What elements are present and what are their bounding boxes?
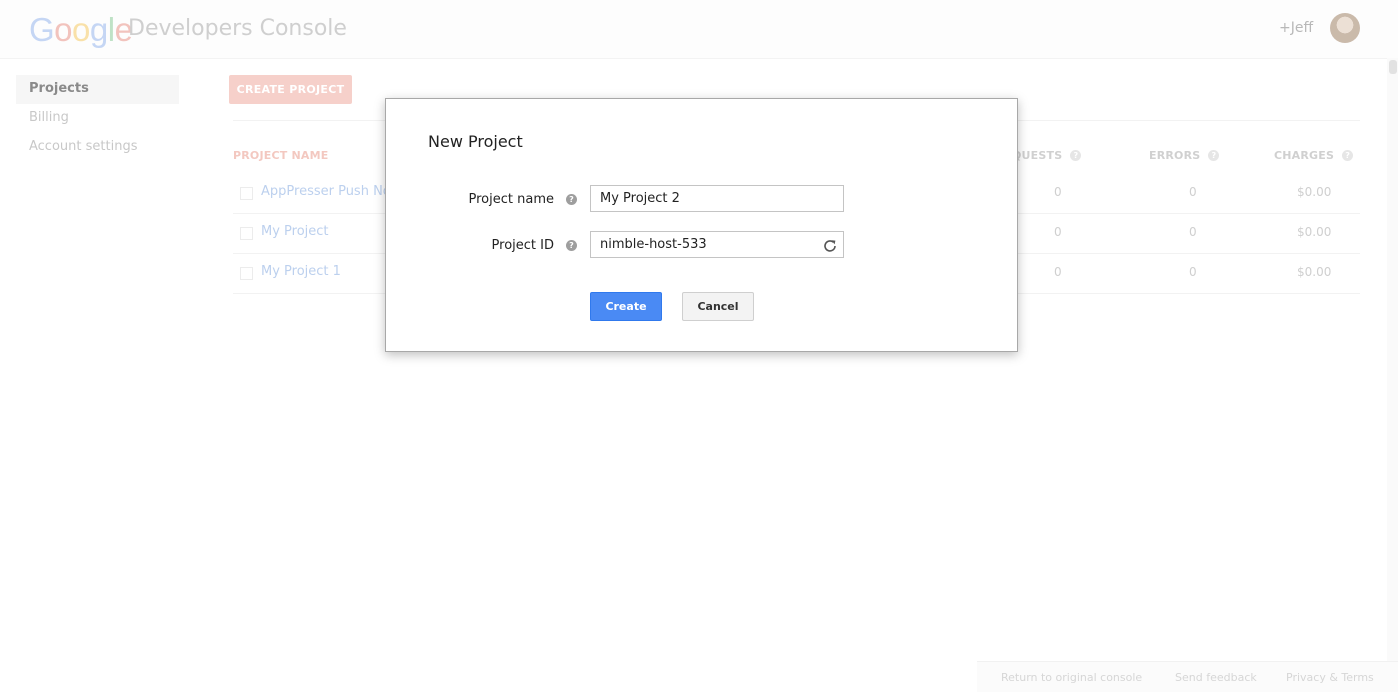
column-header-charges-label: CHARGES [1274,149,1335,162]
create-button[interactable]: Create [590,292,662,321]
logo-letter-g2: g [89,11,108,48]
google-logo[interactable]: Google [29,11,133,49]
project-name-link[interactable]: My Project [261,224,329,239]
column-header-errors[interactable]: ERRORS? [1149,149,1220,162]
project-name-input[interactable]: My Project 2 [590,185,844,212]
errors-value: 0 [1189,265,1197,279]
logo-letter-g: G [29,11,55,48]
project-id-input[interactable]: nimble-host-533 [590,231,844,258]
charges-value: $0.00 [1297,225,1332,239]
requests-value: 0 [1054,265,1062,279]
row-checkbox[interactable] [240,187,253,200]
create-project-button[interactable]: CREATE PROJECT [229,75,352,104]
new-project-dialog: New Project Project name ? My Project 2 … [385,98,1018,352]
project-id-help-icon[interactable]: ? [566,240,577,251]
row-checkbox[interactable] [240,267,253,280]
charges-value: $0.00 [1297,185,1332,199]
sidebar-item-projects[interactable]: Projects [16,75,179,104]
project-id-label: Project ID [491,238,554,253]
avatar[interactable] [1330,13,1360,43]
help-icon[interactable]: ? [1208,150,1220,161]
column-header-charges[interactable]: CHARGES? [1274,149,1354,162]
footer-link-return-original-console[interactable]: Return to original console [1001,671,1142,684]
logo-letter-l: l [107,11,115,48]
column-header-requests[interactable]: QUESTS? [1012,149,1082,162]
dialog-title: New Project [428,132,523,151]
help-icon[interactable]: ? [1342,150,1354,161]
top-header: Google Developers Console +Jeff [0,0,1398,59]
errors-value: 0 [1189,185,1197,199]
sidebar-item-account-settings[interactable]: Account settings [16,133,179,162]
logo-letter-o1: o [54,11,73,48]
column-header-errors-label: ERRORS [1149,149,1201,162]
sidebar-item-billing[interactable]: Billing [16,104,179,133]
sidebar: Projects Billing Account settings [16,75,179,162]
column-header-requests-label: QUESTS [1012,149,1063,162]
project-name-label: Project name [468,192,554,207]
project-name-help-icon[interactable]: ? [566,194,577,205]
column-header-project-name[interactable]: PROJECT NAME [233,149,328,162]
logo-letter-o2: o [72,11,90,48]
project-name-link[interactable]: AppPresser Push No [261,184,391,199]
footer-link-privacy-terms[interactable]: Privacy & Terms [1286,671,1374,684]
scrollbar-thumb[interactable] [1389,60,1397,74]
console-title: Developers Console [128,16,347,41]
refresh-icon[interactable] [822,238,838,254]
project-name-link[interactable]: My Project 1 [261,264,341,279]
charges-value: $0.00 [1297,265,1332,279]
help-icon[interactable]: ? [1070,150,1082,161]
footer: Return to original console Send feedback… [977,661,1398,692]
row-checkbox[interactable] [240,227,253,240]
cancel-button[interactable]: Cancel [682,292,754,321]
user-profile-link[interactable]: +Jeff [1279,20,1313,36]
footer-link-send-feedback[interactable]: Send feedback [1175,671,1257,684]
requests-value: 0 [1054,185,1062,199]
errors-value: 0 [1189,225,1197,239]
scrollbar-track[interactable] [1387,58,1398,691]
requests-value: 0 [1054,225,1062,239]
